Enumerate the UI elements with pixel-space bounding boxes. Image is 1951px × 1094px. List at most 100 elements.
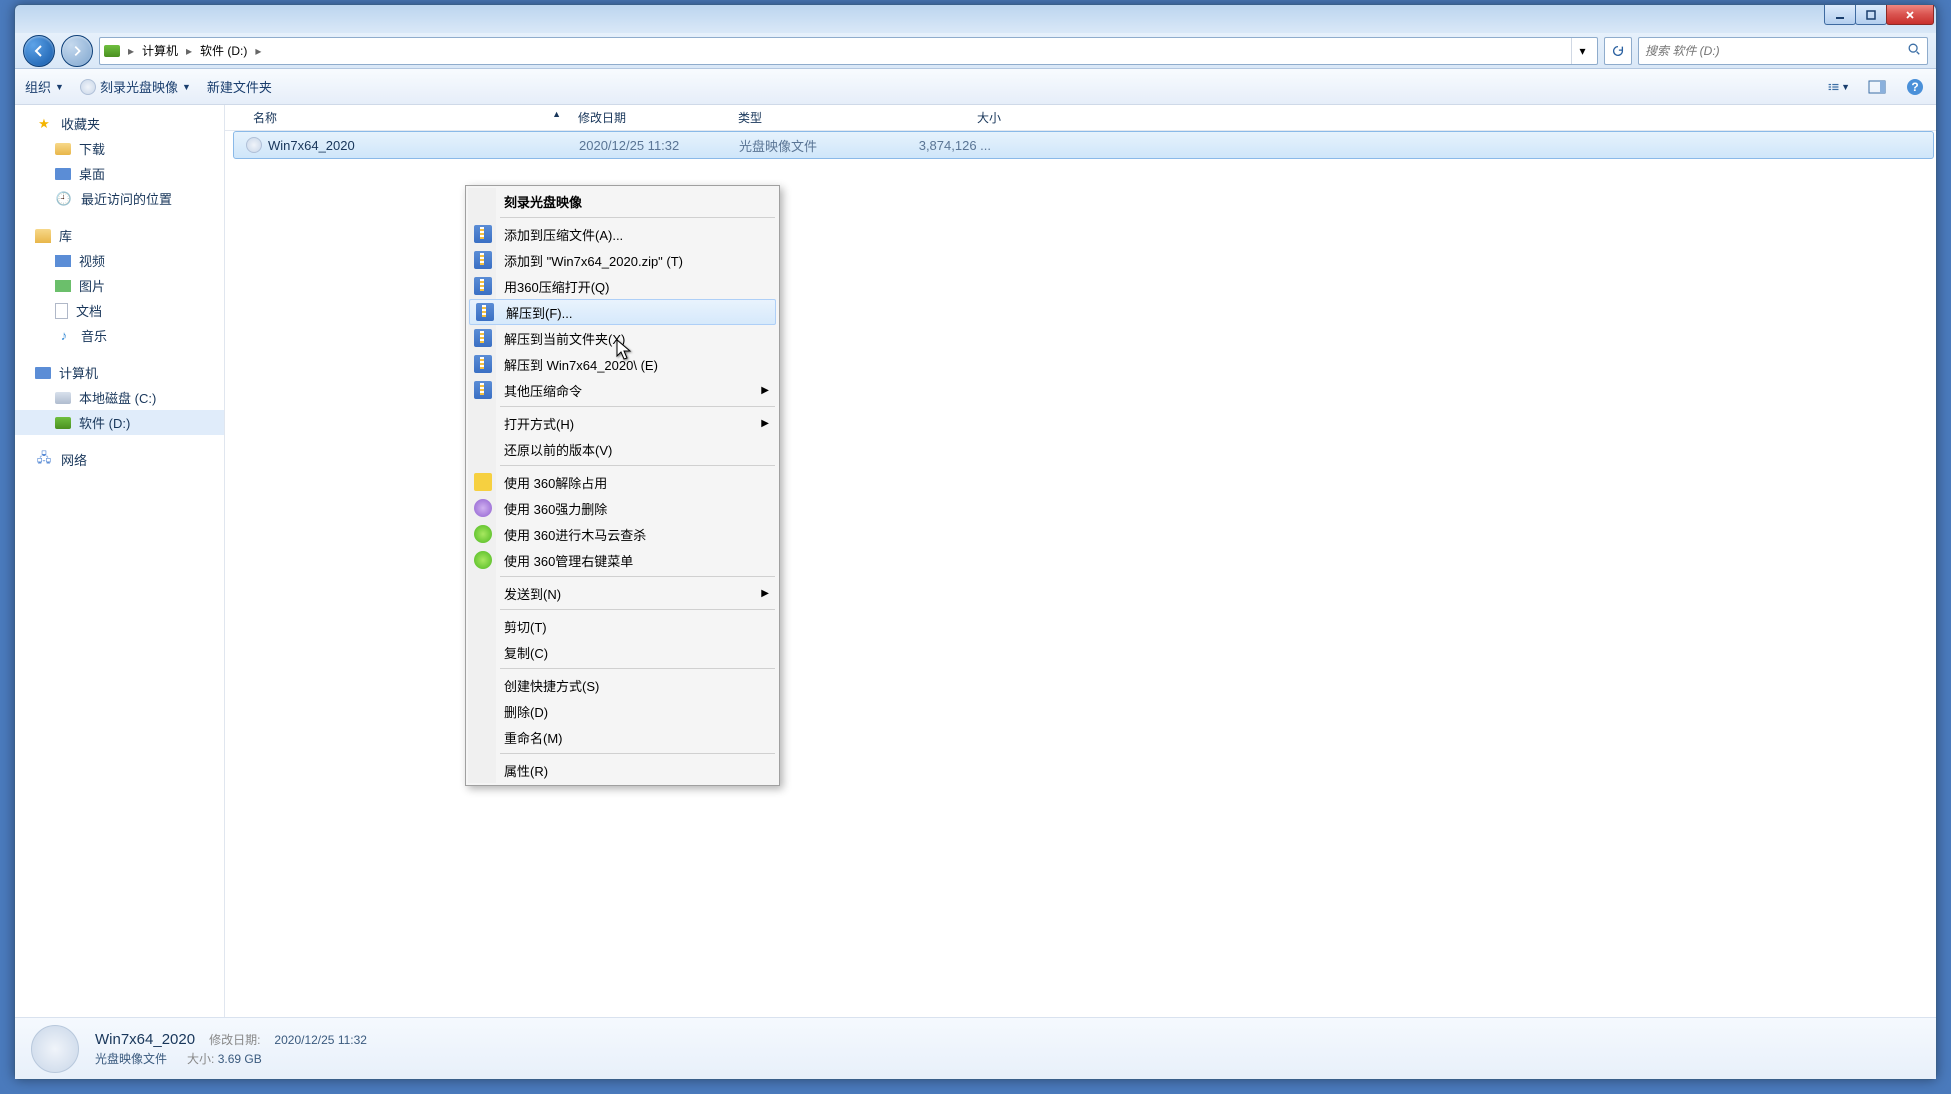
zip-icon [474, 277, 492, 295]
zip-icon [474, 329, 492, 347]
360-icon [474, 525, 492, 543]
details-date-label: 修改日期: [209, 1031, 260, 1048]
menu-360-force-delete[interactable]: 使用 360强力删除 [468, 495, 777, 521]
breadcrumb-sep-icon[interactable]: ▸ [253, 44, 263, 58]
menu-other-zip[interactable]: 其他压缩命令▶ [468, 377, 777, 403]
document-icon [55, 303, 68, 319]
sidebar-favorites[interactable]: ★收藏夹 [15, 111, 224, 136]
360-icon [474, 551, 492, 569]
disc-icon [80, 79, 96, 95]
breadcrumb-computer[interactable]: 计算机 [142, 42, 178, 59]
maximize-button[interactable] [1855, 5, 1887, 25]
menu-360-unlock[interactable]: 使用 360解除占用 [468, 469, 777, 495]
column-size[interactable]: 大小 [890, 105, 1010, 130]
star-icon: ★ [35, 115, 53, 133]
address-bar[interactable]: ▸ 计算机 ▸ 软件 (D:) ▸ ▾ [99, 37, 1598, 65]
menu-cut[interactable]: 剪切(T) [468, 613, 777, 639]
organize-menu[interactable]: 组织▼ [25, 77, 64, 96]
menu-open-360zip[interactable]: 用360压缩打开(Q) [468, 273, 777, 299]
network-icon: 🖧 [35, 451, 53, 469]
desktop-icon [55, 168, 71, 180]
menu-add-archive[interactable]: 添加到压缩文件(A)... [468, 221, 777, 247]
details-pane: Win7x64_2020 修改日期: 2020/12/25 11:32 光盘映像… [15, 1017, 1936, 1079]
sidebar-item-drive-c[interactable]: 本地磁盘 (C:) [15, 385, 224, 410]
column-headers: 名称▲ 修改日期 类型 大小 [225, 105, 1936, 131]
breadcrumb-sep-icon[interactable]: ▸ [184, 44, 194, 58]
details-size-label: 大小: [187, 1052, 214, 1066]
360-icon [474, 473, 492, 491]
menu-add-zip[interactable]: 添加到 "Win7x64_2020.zip" (T) [468, 247, 777, 273]
menu-extract-to[interactable]: 解压到(F)... [469, 299, 776, 325]
menu-open-with[interactable]: 打开方式(H)▶ [468, 410, 777, 436]
toolbar: 组织▼ 刻录光盘映像▼ 新建文件夹 ▼ ? [15, 69, 1936, 105]
submenu-arrow-icon: ▶ [761, 385, 769, 396]
burn-image-button[interactable]: 刻录光盘映像▼ [80, 77, 191, 96]
breadcrumb-drive[interactable]: 软件 (D:) [200, 42, 247, 59]
location-drive-icon [104, 45, 120, 57]
sidebar-item-desktop[interactable]: 桌面 [15, 161, 224, 186]
zip-icon [474, 225, 492, 243]
sidebar-item-pictures[interactable]: 图片 [15, 273, 224, 298]
menu-restore-versions[interactable]: 还原以前的版本(V) [468, 436, 777, 462]
close-button[interactable] [1886, 5, 1934, 25]
menu-extract-here[interactable]: 解压到当前文件夹(X) [468, 325, 777, 351]
address-dropdown[interactable]: ▾ [1571, 38, 1593, 64]
menu-copy[interactable]: 复制(C) [468, 639, 777, 665]
search-box[interactable] [1638, 37, 1928, 65]
sidebar-item-downloads[interactable]: 下载 [15, 136, 224, 161]
breadcrumb-sep-icon[interactable]: ▸ [126, 44, 136, 58]
file-name: Win7x64_2020 [268, 138, 355, 153]
column-type[interactable]: 类型 [730, 105, 890, 130]
sidebar-libraries[interactable]: 库 [15, 223, 224, 248]
360-icon [474, 499, 492, 517]
menu-360-trojan-scan[interactable]: 使用 360进行木马云查杀 [468, 521, 777, 547]
sidebar-item-documents[interactable]: 文档 [15, 298, 224, 323]
search-icon[interactable] [1907, 42, 1921, 59]
menu-send-to[interactable]: 发送到(N)▶ [468, 580, 777, 606]
details-file-name: Win7x64_2020 [95, 1031, 195, 1048]
preview-pane-button[interactable] [1866, 76, 1888, 98]
video-icon [55, 255, 71, 267]
zip-icon [476, 303, 494, 321]
search-input[interactable] [1645, 44, 1907, 58]
sidebar-item-drive-d[interactable]: 软件 (D:) [15, 410, 224, 435]
sidebar-network[interactable]: 🖧网络 [15, 447, 224, 472]
titlebar [15, 5, 1936, 33]
details-date: 2020/12/25 11:32 [274, 1033, 367, 1047]
sidebar-computer[interactable]: 计算机 [15, 360, 224, 385]
sidebar-item-recent[interactable]: 🕘最近访问的位置 [15, 186, 224, 211]
column-name[interactable]: 名称▲ [225, 105, 570, 130]
explorer-body: ★收藏夹 下载 桌面 🕘最近访问的位置 库 视频 图片 文档 ♪音乐 计算机 本… [15, 105, 1936, 1017]
menu-rename[interactable]: 重命名(M) [468, 724, 777, 750]
context-menu: 刻录光盘映像 添加到压缩文件(A)... 添加到 "Win7x64_2020.z… [465, 185, 780, 786]
file-date: 2020/12/25 11:32 [571, 138, 731, 153]
music-icon: ♪ [55, 327, 73, 345]
svg-text:?: ? [1911, 80, 1918, 94]
explorer-window: ▸ 计算机 ▸ 软件 (D:) ▸ ▾ 组织▼ 刻录光盘映像▼ 新建文件夹 ▼ … [14, 4, 1937, 1080]
zip-icon [474, 381, 492, 399]
file-row[interactable]: Win7x64_2020 2020/12/25 11:32 光盘映像文件 3,8… [233, 131, 1934, 159]
file-thumbnail-icon [31, 1025, 79, 1073]
help-button[interactable]: ? [1904, 76, 1926, 98]
downloads-icon [55, 143, 71, 155]
library-icon [35, 229, 51, 243]
column-date[interactable]: 修改日期 [570, 105, 730, 130]
menu-burn-image[interactable]: 刻录光盘映像 [468, 188, 777, 214]
new-folder-button[interactable]: 新建文件夹 [207, 77, 272, 96]
menu-delete[interactable]: 删除(D) [468, 698, 777, 724]
menu-properties[interactable]: 属性(R) [468, 757, 777, 783]
menu-create-shortcut[interactable]: 创建快捷方式(S) [468, 672, 777, 698]
minimize-button[interactable] [1824, 5, 1856, 25]
menu-extract-named[interactable]: 解压到 Win7x64_2020\ (E) [468, 351, 777, 377]
sidebar-item-videos[interactable]: 视频 [15, 248, 224, 273]
view-mode-button[interactable]: ▼ [1828, 76, 1850, 98]
submenu-arrow-icon: ▶ [761, 588, 769, 599]
recent-icon: 🕘 [55, 190, 73, 208]
zip-icon [474, 355, 492, 373]
forward-button[interactable] [61, 35, 93, 67]
menu-360-manage-menu[interactable]: 使用 360管理右键菜单 [468, 547, 777, 573]
refresh-button[interactable] [1604, 37, 1632, 65]
sidebar-item-music[interactable]: ♪音乐 [15, 323, 224, 348]
picture-icon [55, 280, 71, 292]
back-button[interactable] [23, 35, 55, 67]
